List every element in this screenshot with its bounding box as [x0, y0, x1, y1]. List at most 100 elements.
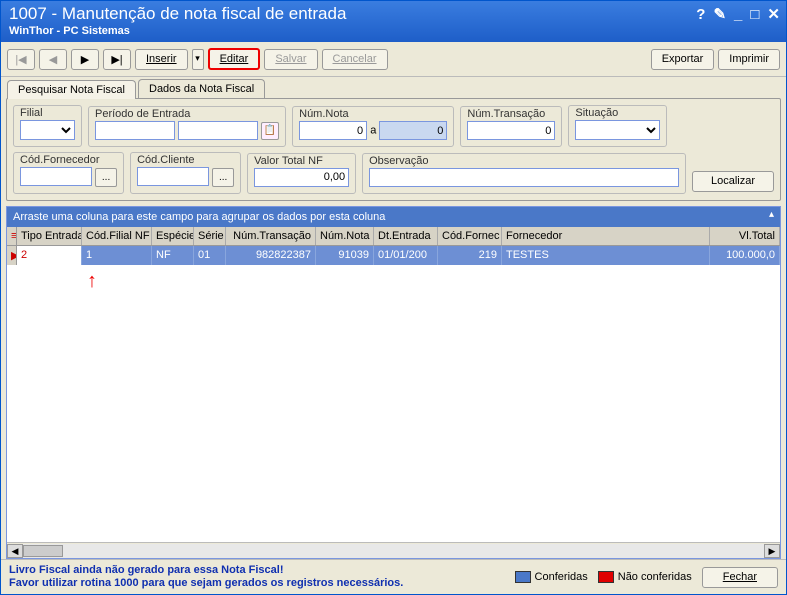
scroll-thumb[interactable]: [23, 545, 63, 557]
close-icon[interactable]: ✕: [767, 5, 780, 23]
label-codfornec: Cód.Fornecedor: [20, 154, 117, 166]
row-indicator-head: ≡: [7, 227, 17, 245]
exportar-button[interactable]: Exportar: [651, 49, 715, 70]
group-situacao: Situação: [568, 105, 667, 147]
col-dt[interactable]: Dt.Entrada: [374, 227, 438, 245]
col-codfornec[interactable]: Cód.Fornec: [438, 227, 502, 245]
help-icon[interactable]: ?: [696, 6, 705, 23]
codfornec-lookup-button[interactable]: ...: [95, 168, 117, 187]
col-tipo[interactable]: Tipo Entrada: [17, 227, 82, 245]
valortotal-input[interactable]: [254, 168, 349, 187]
inserir-dropdown[interactable]: ▾: [192, 49, 204, 70]
label-periodo: Período de Entrada: [95, 108, 279, 120]
col-especie[interactable]: Espécie: [152, 227, 194, 245]
situacao-select[interactable]: [575, 120, 660, 140]
group-filial: Filial: [13, 105, 82, 147]
codcliente-lookup-button[interactable]: ...: [212, 168, 234, 187]
filial-select[interactable]: [20, 120, 75, 140]
swatch-nao-conferidas: [598, 571, 614, 583]
periodo-ate-input[interactable]: [178, 121, 258, 140]
footer: Livro Fiscal ainda não gerado para essa …: [1, 559, 786, 594]
col-serie[interactable]: Série: [194, 227, 226, 245]
group-codfornec: Cód.Fornecedor ...: [13, 152, 124, 194]
inserir-button[interactable]: Inserir: [135, 49, 188, 70]
tab-dados[interactable]: Dados da Nota Fiscal: [138, 79, 265, 98]
col-vltotal[interactable]: Vl.Total: [710, 227, 780, 245]
codcliente-input[interactable]: [137, 167, 209, 186]
legend-nao-conferidas: Não conferidas: [598, 571, 692, 583]
scroll-left-icon[interactable]: ◀: [7, 544, 23, 558]
periodo-de-input[interactable]: [95, 121, 175, 140]
cell-tipo: 2: [17, 246, 82, 265]
editar-button[interactable]: Editar: [208, 48, 261, 70]
arrow-annotation-icon: ↑: [87, 270, 97, 293]
window-subtitle: WinThor - PC Sistemas: [9, 25, 778, 37]
label-conferidas: Conferidas: [535, 571, 588, 583]
salvar-button[interactable]: Salvar: [264, 49, 317, 70]
toolbar: |◀ ◀ ▶ ▶| Inserir ▾ Editar Salvar Cancel…: [1, 42, 786, 77]
legend-conferidas: Conferidas: [515, 571, 588, 583]
nav-first-button[interactable]: |◀: [7, 49, 35, 70]
label-situacao: Situação: [575, 107, 660, 119]
observacao-input[interactable]: [369, 168, 679, 187]
edit-icon[interactable]: ✎: [713, 5, 726, 23]
footer-msg-1: Livro Fiscal ainda não gerado para essa …: [9, 564, 403, 577]
group-numtrans: Núm.Transação: [460, 106, 562, 147]
window-controls: ? ✎ _ □ ✕: [696, 5, 780, 23]
numnota-ate-input[interactable]: [379, 121, 447, 140]
cell-fornecedor: TESTES: [502, 246, 710, 265]
nav-last-button[interactable]: ▶|: [103, 49, 131, 70]
label-filial: Filial: [20, 107, 75, 119]
numnota-de-input[interactable]: [299, 121, 367, 140]
footer-msg-2: Favor utilizar rotina 1000 para que seja…: [9, 577, 403, 590]
codfornec-input[interactable]: [20, 167, 92, 186]
maximize-icon[interactable]: □: [750, 6, 759, 23]
footer-message: Livro Fiscal ainda não gerado para essa …: [9, 564, 403, 590]
main-window: 1007 - Manutenção de nota fiscal de entr…: [0, 0, 787, 595]
nav-next-button[interactable]: ▶: [71, 49, 99, 70]
group-localizar: Localizar: [692, 171, 774, 194]
tab-pesquisar[interactable]: Pesquisar Nota Fiscal: [7, 80, 136, 99]
label-codcliente: Cód.Cliente: [137, 154, 234, 166]
nav-prev-button[interactable]: ◀: [39, 49, 67, 70]
filter-panel: Filial Período de Entrada 📋 Núm.Nota a N…: [6, 98, 781, 201]
label-numnota: Núm.Nota: [299, 108, 447, 120]
numtrans-input[interactable]: [467, 121, 555, 140]
group-periodo: Período de Entrada 📋: [88, 106, 286, 148]
collapse-icon[interactable]: ▴: [769, 209, 774, 220]
scroll-right-icon[interactable]: ▶: [764, 544, 780, 558]
col-fornecedor[interactable]: Fornecedor: [502, 227, 710, 245]
table-row[interactable]: ▶ 2 1 NF 01 982822387 91039 01/01/200 21…: [7, 246, 780, 265]
grid-header: ≡ Tipo Entrada Cód.Filial NF Espécie Sér…: [7, 227, 780, 246]
minimize-icon[interactable]: _: [734, 6, 742, 23]
col-trans[interactable]: Núm.Transação: [226, 227, 316, 245]
label-valortotal: Valor Total NF: [254, 155, 349, 167]
scroll-track[interactable]: [23, 544, 764, 558]
group-numnota: Núm.Nota a: [292, 106, 454, 147]
swatch-conferidas: [515, 571, 531, 583]
group-hint: Arraste uma coluna para este campo para …: [13, 211, 385, 223]
col-nota[interactable]: Núm.Nota: [316, 227, 374, 245]
cell-dt: 01/01/200: [374, 246, 438, 265]
grid: Arraste uma coluna para este campo para …: [6, 206, 781, 560]
horizontal-scrollbar[interactable]: ◀ ▶: [7, 542, 780, 558]
cell-especie: NF: [152, 246, 194, 265]
imprimir-button[interactable]: Imprimir: [718, 49, 780, 70]
cell-nota: 91039: [316, 246, 374, 265]
localizar-button[interactable]: Localizar: [692, 171, 774, 192]
group-observacao: Observação: [362, 153, 686, 194]
calendar-icon[interactable]: 📋: [261, 122, 279, 140]
titlebar: 1007 - Manutenção de nota fiscal de entr…: [1, 1, 786, 42]
grid-body[interactable]: ▶ 2 1 NF 01 982822387 91039 01/01/200 21…: [7, 246, 780, 543]
col-filial[interactable]: Cód.Filial NF: [82, 227, 152, 245]
group-by-bar[interactable]: Arraste uma coluna para este campo para …: [7, 207, 780, 227]
group-valortotal: Valor Total NF: [247, 153, 356, 194]
window-title: 1007 - Manutenção de nota fiscal de entr…: [9, 4, 778, 24]
fechar-button[interactable]: Fechar: [702, 567, 778, 588]
cell-vl: 100.000,0: [710, 246, 780, 265]
cell-filial: 1: [82, 246, 152, 265]
cancelar-button[interactable]: Cancelar: [322, 49, 388, 70]
cell-trans: 982822387: [226, 246, 316, 265]
group-codcliente: Cód.Cliente ...: [130, 152, 241, 194]
row-indicator: ▶: [7, 246, 17, 265]
